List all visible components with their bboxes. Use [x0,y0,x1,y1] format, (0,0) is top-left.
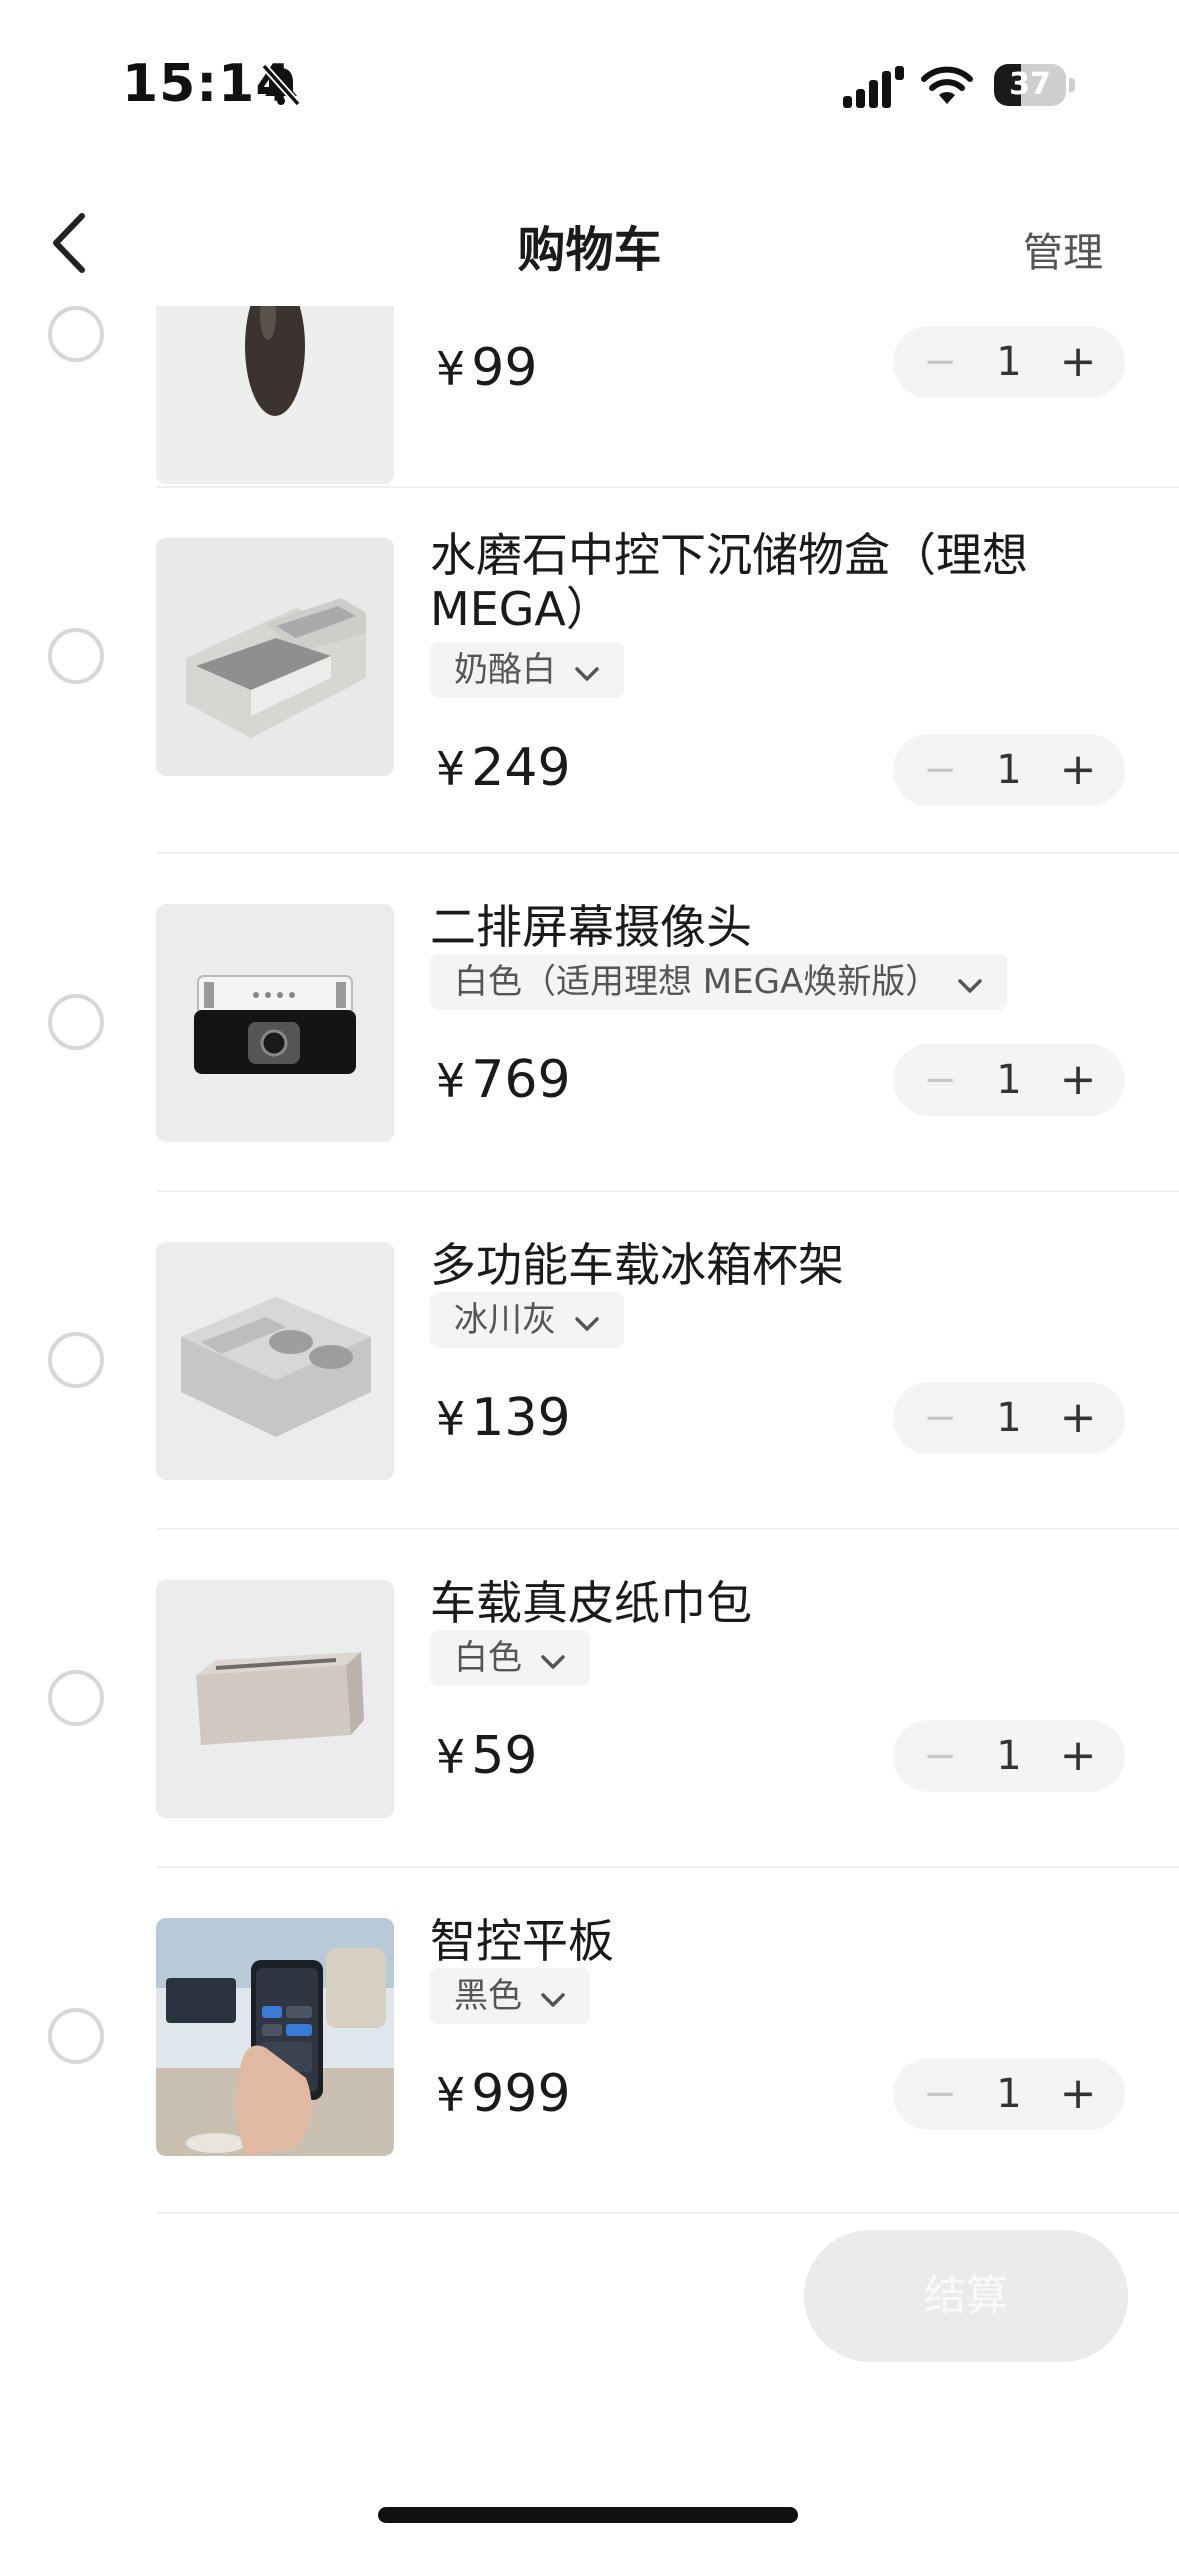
spec-selector[interactable]: 冰川灰 [430,1292,624,1348]
price: ¥249 [436,738,571,798]
quantity-value: 1 [996,1057,1022,1103]
battery-icon: 37 [994,64,1076,108]
home-indicator [378,2507,798,2523]
product-name[interactable]: 二排屏幕摄像头 [430,900,1050,954]
chevron-down-icon [574,1294,600,1350]
chevron-down-icon [957,956,983,1012]
chevron-down-icon [540,1970,566,2026]
quantity-value: 1 [996,747,1022,793]
product-image-cup-holder[interactable] [156,1242,394,1480]
cart-item: 多功能车载冰箱杯架 冰川灰 ¥139 − 1 + [0,1192,1179,1530]
quantity-stepper: − 1 + [893,326,1125,398]
cellular-signal-icon [843,66,904,108]
select-radio[interactable] [48,994,104,1050]
manage-button[interactable]: 管理 [1023,220,1103,278]
battery-level: 37 [1009,67,1051,102]
product-image-remote[interactable] [156,306,394,484]
quantity-value: 1 [996,1733,1022,1779]
chevron-down-icon [540,1632,566,1688]
product-image-camera[interactable] [156,904,394,1142]
wifi-icon [921,66,973,104]
decrease-button[interactable]: − [915,1720,965,1792]
increase-button[interactable]: + [1053,734,1103,806]
price: ¥139 [436,1388,571,1448]
decrease-button[interactable]: − [915,326,965,398]
page-title: 购物车 [517,222,662,278]
product-name[interactable]: 水磨石中控下沉储物盒（理想MEGA） [430,528,1050,636]
quantity-value: 1 [996,2071,1022,2117]
select-radio[interactable] [48,1332,104,1388]
cart-item: 水磨石中控下沉储物盒（理想MEGA） 奶酪白 ¥249 − 1 + [0,488,1179,854]
select-radio[interactable] [48,628,104,684]
quantity-value: 1 [996,1395,1022,1441]
increase-button[interactable]: + [1053,1382,1103,1454]
price: ¥769 [436,1050,571,1110]
spec-selector[interactable]: 白色 [430,1630,590,1686]
spec-selector[interactable]: 奶酪白 [430,642,624,698]
quantity-stepper: − 1 + [893,1382,1125,1454]
decrease-button[interactable]: − [915,734,965,806]
checkout-button[interactable]: 结算 [804,2230,1128,2362]
price: ¥999 [436,2064,571,2124]
status-bar: 15:14 37 [0,0,1179,150]
quantity-value: 1 [996,339,1022,385]
decrease-button[interactable]: − [915,2058,965,2130]
quantity-stepper: − 1 + [893,2058,1125,2130]
quantity-stepper: − 1 + [893,1720,1125,1792]
price: ¥99 [436,338,538,398]
product-image-storage-box[interactable] [156,538,394,776]
decrease-button[interactable]: − [915,1044,965,1116]
quantity-stepper: − 1 + [893,1044,1125,1116]
bell-muted-icon [261,63,301,107]
spec-selector[interactable]: 黑色 [430,1968,590,2024]
product-image-tablet[interactable] [156,1918,394,2156]
cart-item: 智控平板 黑色 ¥999 − 1 + [0,1868,1179,2214]
select-radio[interactable] [48,2008,104,2064]
cart-item: 二排屏幕摄像头 白色（适用理想 MEGA焕新版） ¥769 − 1 + [0,854,1179,1192]
chevron-down-icon [574,644,600,700]
product-name[interactable]: 多功能车载冰箱杯架 [430,1238,1050,1292]
increase-button[interactable]: + [1053,326,1103,398]
increase-button[interactable]: + [1053,1044,1103,1116]
increase-button[interactable]: + [1053,2058,1103,2130]
select-radio[interactable] [48,306,104,362]
product-image-tissue-box[interactable] [156,1580,394,1818]
cart-list: ¥99 − 1 + 水磨石中控下沉储物盒（理想MEGA） 奶酪白 ¥249 − … [0,306,1179,2214]
price: ¥59 [436,1726,538,1786]
spec-selector[interactable]: 白色（适用理想 MEGA焕新版） [430,954,1008,1012]
decrease-button[interactable]: − [915,1382,965,1454]
cart-item: 车载真皮纸巾包 白色 ¥59 − 1 + [0,1530,1179,1868]
increase-button[interactable]: + [1053,1720,1103,1792]
product-name[interactable]: 智控平板 [430,1914,1050,1968]
select-radio[interactable] [48,1670,104,1726]
nav-bar: 购物车 管理 [0,190,1179,300]
product-name[interactable]: 车载真皮纸巾包 [430,1576,1050,1630]
quantity-stepper: − 1 + [893,734,1125,806]
